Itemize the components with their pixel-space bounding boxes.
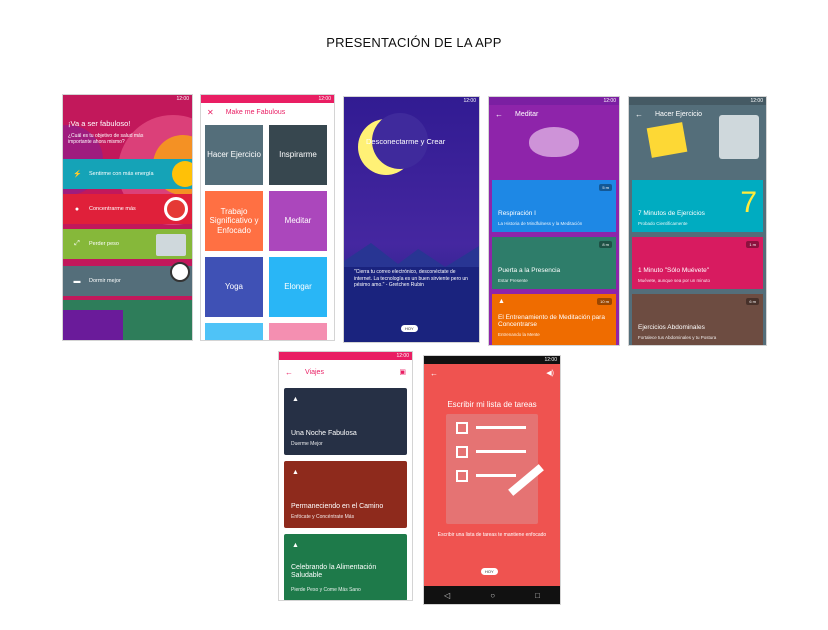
status-bar: 12:00 xyxy=(629,97,766,105)
warning-icon: ▲ xyxy=(292,542,299,549)
journey-card[interactable]: ▲ Celebrando la Alimentación Saludable P… xyxy=(284,534,407,600)
volume-icon[interactable]: ◀) xyxy=(546,369,554,377)
screen-title: Desconectarme y Crear xyxy=(366,137,446,146)
status-bar: 12:00 xyxy=(201,95,334,103)
screen-todo-list: 12:00 ← ◀) Escribir mi lista de tareas E… xyxy=(424,356,560,604)
option-sleep[interactable]: ▬ Dormir mejor xyxy=(63,262,192,296)
headline: ¡Va a ser fabuloso! xyxy=(68,119,131,128)
app-bar-title: Viajes xyxy=(305,368,324,376)
status-bar: 12:00 xyxy=(279,352,412,360)
recents-nav-icon[interactable]: □ xyxy=(535,591,540,600)
meditation-card[interactable]: 5 m Respiración I La Historia de Mindful… xyxy=(492,180,616,232)
tile-inspire[interactable]: Inspirarme xyxy=(269,125,327,185)
description: Escribir una lista de tareas te mantiene… xyxy=(437,532,547,538)
back-arrow-icon[interactable]: ← xyxy=(430,369,438,378)
chat-icon[interactable]: ▣ xyxy=(399,368,406,376)
target-icon: ● xyxy=(74,205,80,213)
journey-card[interactable]: ▲ Permaneciendo en el Camino Enfócate y … xyxy=(284,461,407,528)
meditation-card[interactable]: 10 m ▲ El Entrenamiento de Meditación pa… xyxy=(492,294,616,345)
bed-icon: ▬ xyxy=(73,277,81,285)
warning-icon: ▲ xyxy=(292,396,299,403)
app-bar-title: Make me Fabulous xyxy=(225,108,286,116)
exercise-card[interactable]: 7 7 Minutos de Ejercicios Probado Cientí… xyxy=(632,180,763,232)
tile-stretch[interactable]: Elongar xyxy=(269,257,327,317)
lightning-icon: ⚡ xyxy=(73,171,82,178)
screen-make-me-fabulous: 12:00 ✕ Make me Fabulous Hacer Ejercicio… xyxy=(201,95,334,340)
back-arrow-icon[interactable]: ← xyxy=(495,110,503,119)
home-nav-icon[interactable]: ○ xyxy=(490,591,495,600)
warning-icon: ▲ xyxy=(498,298,505,305)
tile-meditate[interactable]: Meditar xyxy=(269,191,327,251)
warning-icon: ▲ xyxy=(292,469,299,476)
tile-meaningful-work[interactable]: Trabajo Significativo y Enfocado xyxy=(205,191,263,251)
close-icon[interactable]: ✕ xyxy=(207,108,214,117)
screen-exercise: 12:00 ← Hacer Ejercicio 7 7 Minutos de E… xyxy=(629,97,766,345)
scale-icon: ⤢ xyxy=(74,240,80,247)
meditation-card[interactable]: 8 m Puerta a la Presencia Estar Presente xyxy=(492,237,616,289)
tile-more-left[interactable] xyxy=(205,323,263,340)
screen-goal-selection: 12:00 ¡Va a ser fabuloso! ¿Cuál es tu ob… xyxy=(63,95,192,340)
screen-meditate: 12:00 ← Meditar 5 m Respiración I La His… xyxy=(489,97,619,345)
journey-card[interactable]: ▲ Una Noche Fabulosa Duerme Mejor xyxy=(284,388,407,455)
back-nav-icon[interactable]: ◁ xyxy=(444,591,450,600)
back-arrow-icon[interactable]: ← xyxy=(635,110,643,119)
exercise-card[interactable]: 1 m 1 Minuto "Sólo Muévete" Muévete, aun… xyxy=(632,237,763,289)
subtext: ¿Cuál es tu objetivo de salud más import… xyxy=(68,133,144,145)
android-nav-bar: ◁ ○ □ xyxy=(424,586,560,604)
app-bar-title: Meditar xyxy=(515,110,539,118)
tile-exercise[interactable]: Hacer Ejercicio xyxy=(205,125,263,185)
tile-more-right[interactable] xyxy=(269,323,327,340)
quote: "Cierra tu correo electrónico, desconéct… xyxy=(354,269,468,288)
option-weight[interactable]: ⤢ Perder peso xyxy=(63,229,192,259)
page-title: PRESENTACIÓN DE LA APP xyxy=(326,35,502,50)
back-arrow-icon[interactable]: ← xyxy=(285,368,293,377)
status-bar: 12:00 xyxy=(463,98,476,104)
today-button[interactable]: HOY xyxy=(401,325,418,332)
status-bar: 12:00 xyxy=(489,97,619,105)
status-bar: 12:00 xyxy=(424,356,560,364)
status-bar: 12:00 xyxy=(176,96,189,102)
lotus-icon xyxy=(529,127,579,157)
today-button[interactable]: HOY xyxy=(481,568,498,575)
screen-title: Escribir mi lista de tareas xyxy=(447,400,537,409)
screen-disconnect: 12:00 Desconectarme y Crear "Cierra tu c… xyxy=(344,97,479,342)
app-bar-title: Hacer Ejercicio xyxy=(655,110,703,118)
exercise-card[interactable]: 6 m Ejercicios Abdominales Fortalece tus… xyxy=(632,294,763,345)
option-energy[interactable]: ⚡ Sentirme con más energía xyxy=(63,159,192,189)
tile-yoga[interactable]: Yoga xyxy=(205,257,263,317)
option-focus[interactable]: ● Concentrarme más xyxy=(63,194,192,224)
screen-journeys: 12:00 ← Viajes ▣ ▲ Una Noche Fabulosa Du… xyxy=(279,352,412,600)
